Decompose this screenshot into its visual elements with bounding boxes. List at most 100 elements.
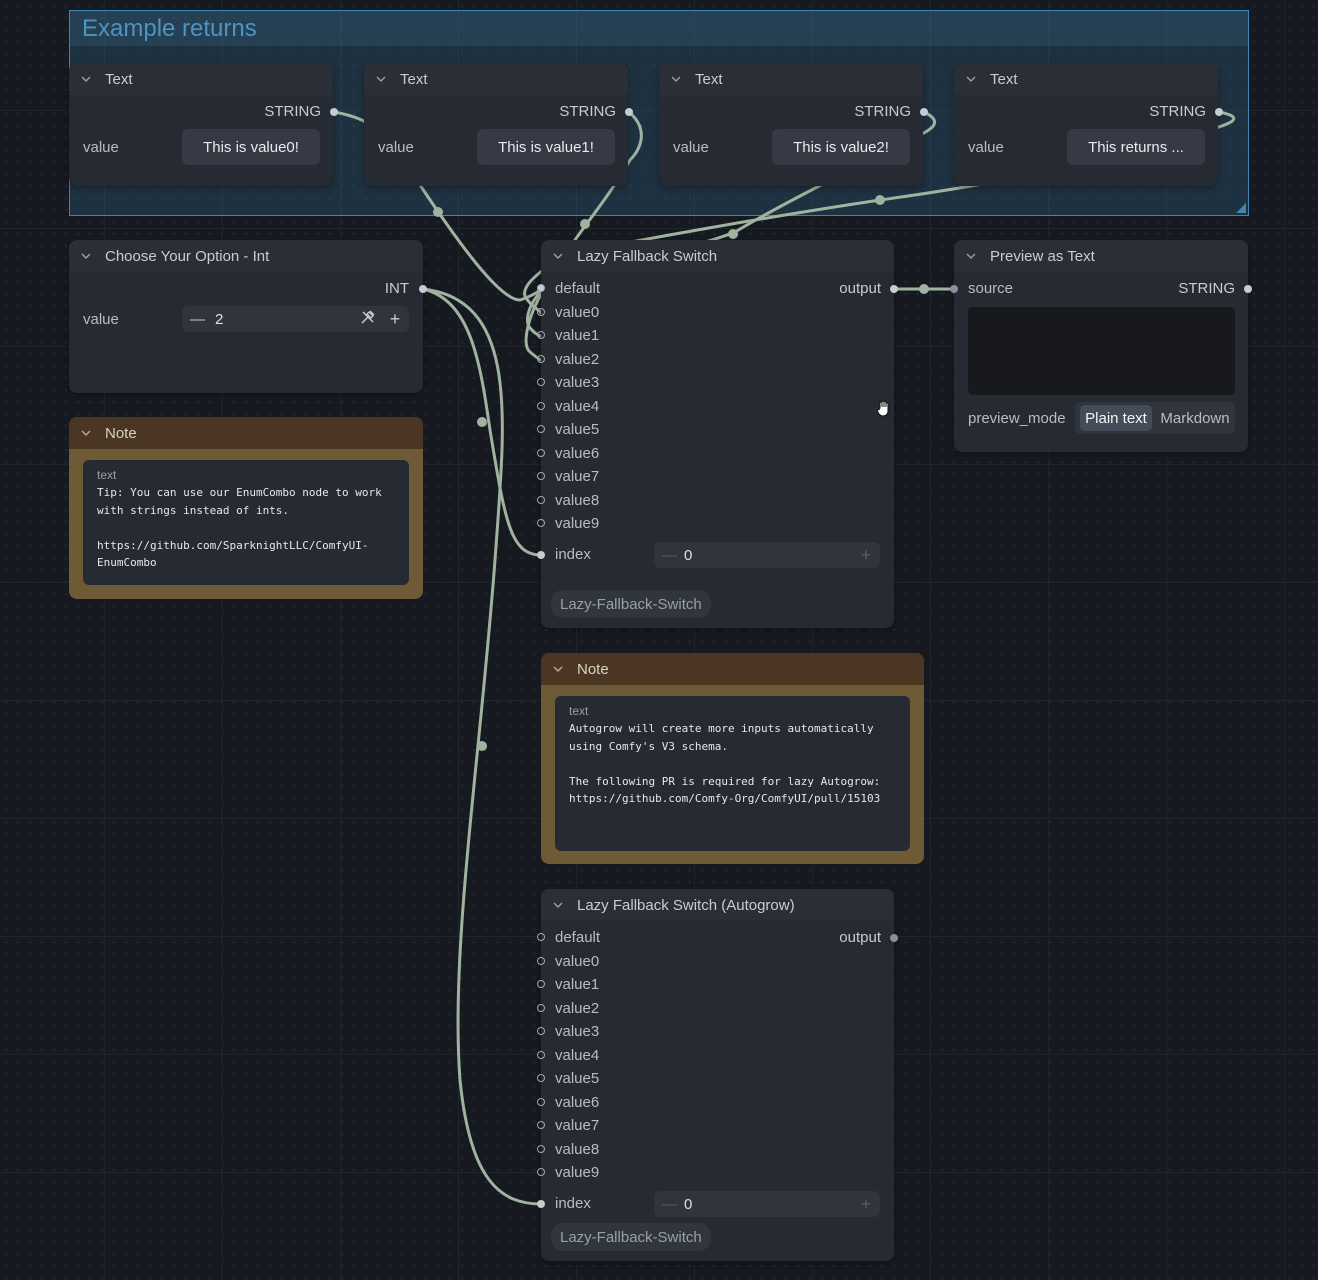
increment-button[interactable]: + [381,309,409,330]
value-stepper[interactable]: — 2 + [182,306,409,332]
text-node-2[interactable]: Text STRING value This is value2! [659,63,928,186]
node-header[interactable]: Text [69,63,333,95]
increment-button[interactable]: + [852,1194,880,1215]
input-slot[interactable] [950,285,958,293]
input-label: value3 [555,1023,600,1040]
input-slot[interactable] [537,1168,545,1176]
input-slot[interactable] [537,402,545,410]
output-slot[interactable] [1244,285,1252,293]
output-label: STRING [1178,280,1235,297]
input-slot[interactable] [537,933,545,941]
text-node-3[interactable]: Text STRING value This returns ... [954,63,1223,186]
value-input[interactable]: This is value2! [772,129,910,165]
value-input[interactable]: This returns ... [1067,129,1205,165]
node-header[interactable]: Lazy Fallback Switch (Autogrow) [541,889,894,921]
chevron-down-icon[interactable] [81,74,91,84]
node-title: Note [577,660,609,678]
input-slot[interactable] [537,519,545,527]
mode-option-markdown[interactable]: Markdown [1157,405,1233,431]
preview-output-area[interactable] [968,307,1235,395]
value-input[interactable]: This is value0! [182,129,320,165]
choose-option-int-node[interactable]: Choose Your Option - Int INT value — 2 + [69,240,427,393]
preview-mode-toggle[interactable]: Plain text Markdown [1075,402,1235,434]
chevron-down-icon[interactable] [553,251,563,261]
input-slot[interactable] [537,496,545,504]
node-header[interactable]: Note [69,417,423,449]
chevron-down-icon[interactable] [966,74,976,84]
chevron-down-icon[interactable] [553,900,563,910]
decrement-button[interactable]: — [662,547,684,564]
note-textarea[interactable]: text Tip: You can use our EnumCombo node… [83,460,409,585]
node-header[interactable]: Choose Your Option - Int [69,240,423,272]
output-slot[interactable] [890,285,898,293]
textarea-label: text [569,704,589,718]
input-slot[interactable] [537,425,545,433]
input-slot[interactable] [537,1098,545,1106]
input-label: value0 [555,304,600,321]
node-title: Lazy Fallback Switch (Autogrow) [577,896,795,914]
output-slot[interactable] [920,108,928,116]
value-input[interactable]: This is value1! [477,129,615,165]
lazy-fallback-switch-autogrow-node[interactable]: Lazy Fallback Switch (Autogrow) output d… [537,889,898,1261]
input-label: default [555,929,601,946]
text-node-1[interactable]: Text STRING value This is value1! [364,63,633,186]
output-slot[interactable] [1215,108,1223,116]
stepper-value: 0 [684,546,693,564]
input-slot[interactable] [537,980,545,988]
input-slot[interactable] [537,957,545,965]
input-label: default [555,280,601,297]
index-input-slot[interactable] [537,1200,545,1208]
preview-as-text-node[interactable]: Preview as Text source STRING preview_mo… [950,240,1252,452]
input-slot[interactable] [537,1027,545,1035]
node-header[interactable]: Text [364,63,628,95]
chevron-down-icon[interactable] [81,251,91,261]
node-header[interactable]: Text [954,63,1218,95]
input-slot[interactable] [537,1051,545,1059]
input-slot[interactable] [537,284,545,292]
input-slot[interactable] [537,1004,545,1012]
decrement-button[interactable]: — [662,1196,684,1213]
input-slot[interactable] [537,1145,545,1153]
node-header[interactable]: Text [659,63,923,95]
output-slot[interactable] [890,934,898,942]
output-slot[interactable] [625,108,633,116]
output-label: STRING [854,103,911,120]
note-node-1[interactable]: Note text Tip: You can use our EnumCombo… [69,417,423,599]
note-line: The following PR is required for lazy Au… [569,774,881,788]
input-slot[interactable] [537,331,545,339]
output-slot[interactable] [330,108,338,116]
note-node-2[interactable]: Note text Autogrow will create more inpu… [541,653,924,864]
node-header[interactable]: Lazy Fallback Switch [541,240,894,272]
node-header[interactable]: Preview as Text [954,240,1248,272]
lazy-fallback-switch-node[interactable]: Lazy Fallback Switch output default valu… [537,240,898,628]
input-slot[interactable] [537,449,545,457]
input-label: value8 [555,1141,600,1158]
increment-button[interactable]: + [852,545,880,566]
output-slot[interactable] [419,285,427,293]
input-slot[interactable] [537,355,545,363]
mode-option-plain-text[interactable]: Plain text [1080,405,1152,431]
input-slot[interactable] [537,378,545,386]
note-textarea[interactable]: text Autogrow will create more inputs au… [555,696,910,851]
index-stepper[interactable]: — 0 + [654,542,880,568]
chevron-down-icon[interactable] [81,428,91,438]
node-title: Text [695,70,723,88]
input-slot[interactable] [537,1074,545,1082]
index-input-slot[interactable] [537,551,545,559]
input-label: value7 [555,468,600,485]
decrement-button[interactable]: — [190,311,212,328]
unlink-icon[interactable] [359,308,381,330]
input-slot[interactable] [537,308,545,316]
chevron-down-icon[interactable] [966,251,976,261]
input-slot[interactable] [537,472,545,480]
chevron-down-icon[interactable] [553,664,563,674]
input-slot[interactable] [537,1121,545,1129]
chevron-down-icon[interactable] [671,74,681,84]
node-title: Text [105,70,133,88]
node-header[interactable]: Note [541,653,924,685]
index-stepper[interactable]: — 0 + [654,1191,880,1217]
chevron-down-icon[interactable] [376,74,386,84]
text-node-0[interactable]: Text STRING value This is value0! [69,63,338,186]
group-resize-handle[interactable] [1236,203,1246,213]
widget-label: value [83,139,119,156]
